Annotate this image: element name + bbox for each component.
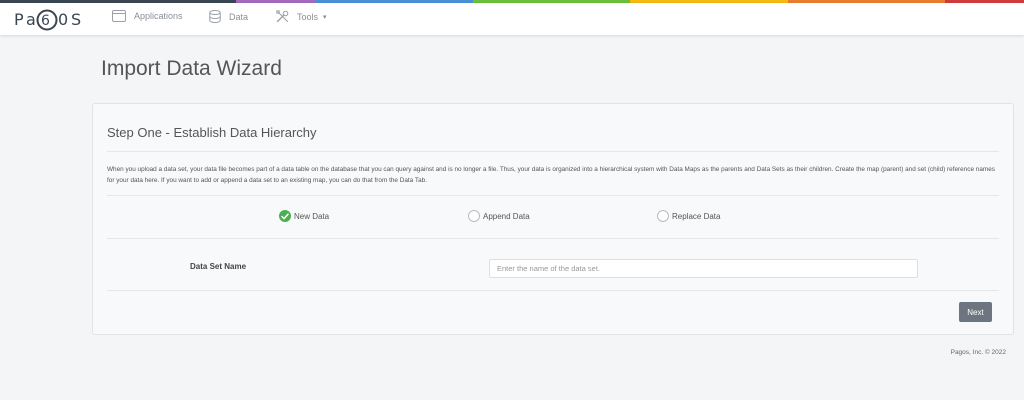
divider	[107, 238, 999, 239]
nav-tools-label: Tools	[297, 11, 319, 22]
divider	[107, 290, 999, 291]
svg-text:P: P	[14, 10, 25, 29]
divider	[107, 195, 999, 196]
top-navbar: P a 6 0 S Applications Data Tools ▾	[0, 3, 1024, 35]
chevron-down-icon: ▾	[323, 13, 327, 21]
nav-data[interactable]: Data	[209, 10, 248, 23]
svg-text:a: a	[26, 10, 38, 29]
pagos-logo[interactable]: P a 6 0 S	[14, 7, 88, 33]
svg-text:6: 6	[41, 13, 52, 29]
radio-replace-data-label: Replace Data	[672, 211, 721, 221]
radio-circle-icon	[657, 210, 669, 222]
radio-new-data-label: New Data	[294, 211, 330, 221]
nav-tools[interactable]: Tools ▾	[276, 10, 327, 23]
nav-data-label: Data	[229, 11, 249, 22]
divider	[107, 151, 999, 152]
nav-applications[interactable]: Applications	[112, 10, 183, 22]
radio-append-data-label: Append Data	[483, 211, 530, 221]
wizard-panel: Step One - Establish Data Hierarchy When…	[92, 103, 1014, 335]
data-set-name-label: Data Set Name	[190, 262, 247, 271]
data-set-name-input[interactable]	[489, 259, 918, 278]
logo-mark: P a 6 0 S	[14, 9, 83, 31]
footer-copyright: Pagos, Inc. © 2022	[950, 349, 1006, 356]
window-icon	[112, 10, 126, 22]
step-title: Step One - Establish Data Hierarchy	[107, 125, 317, 140]
check-circle-icon	[279, 210, 291, 222]
radio-circle-icon	[468, 210, 480, 222]
radio-append-data[interactable]: Append Data	[468, 210, 530, 222]
radio-replace-data[interactable]: Replace Data	[657, 210, 720, 222]
next-button[interactable]: Next	[959, 302, 992, 322]
step-description: When you upload a data set, your data fi…	[107, 166, 995, 184]
radio-new-data[interactable]: New Data	[279, 210, 329, 222]
svg-text:0: 0	[58, 10, 70, 29]
database-icon	[209, 10, 221, 23]
svg-text:S: S	[71, 10, 83, 29]
page-title: Import Data Wizard	[101, 57, 282, 80]
tools-icon	[276, 10, 289, 23]
nav-applications-label: Applications	[134, 11, 183, 21]
